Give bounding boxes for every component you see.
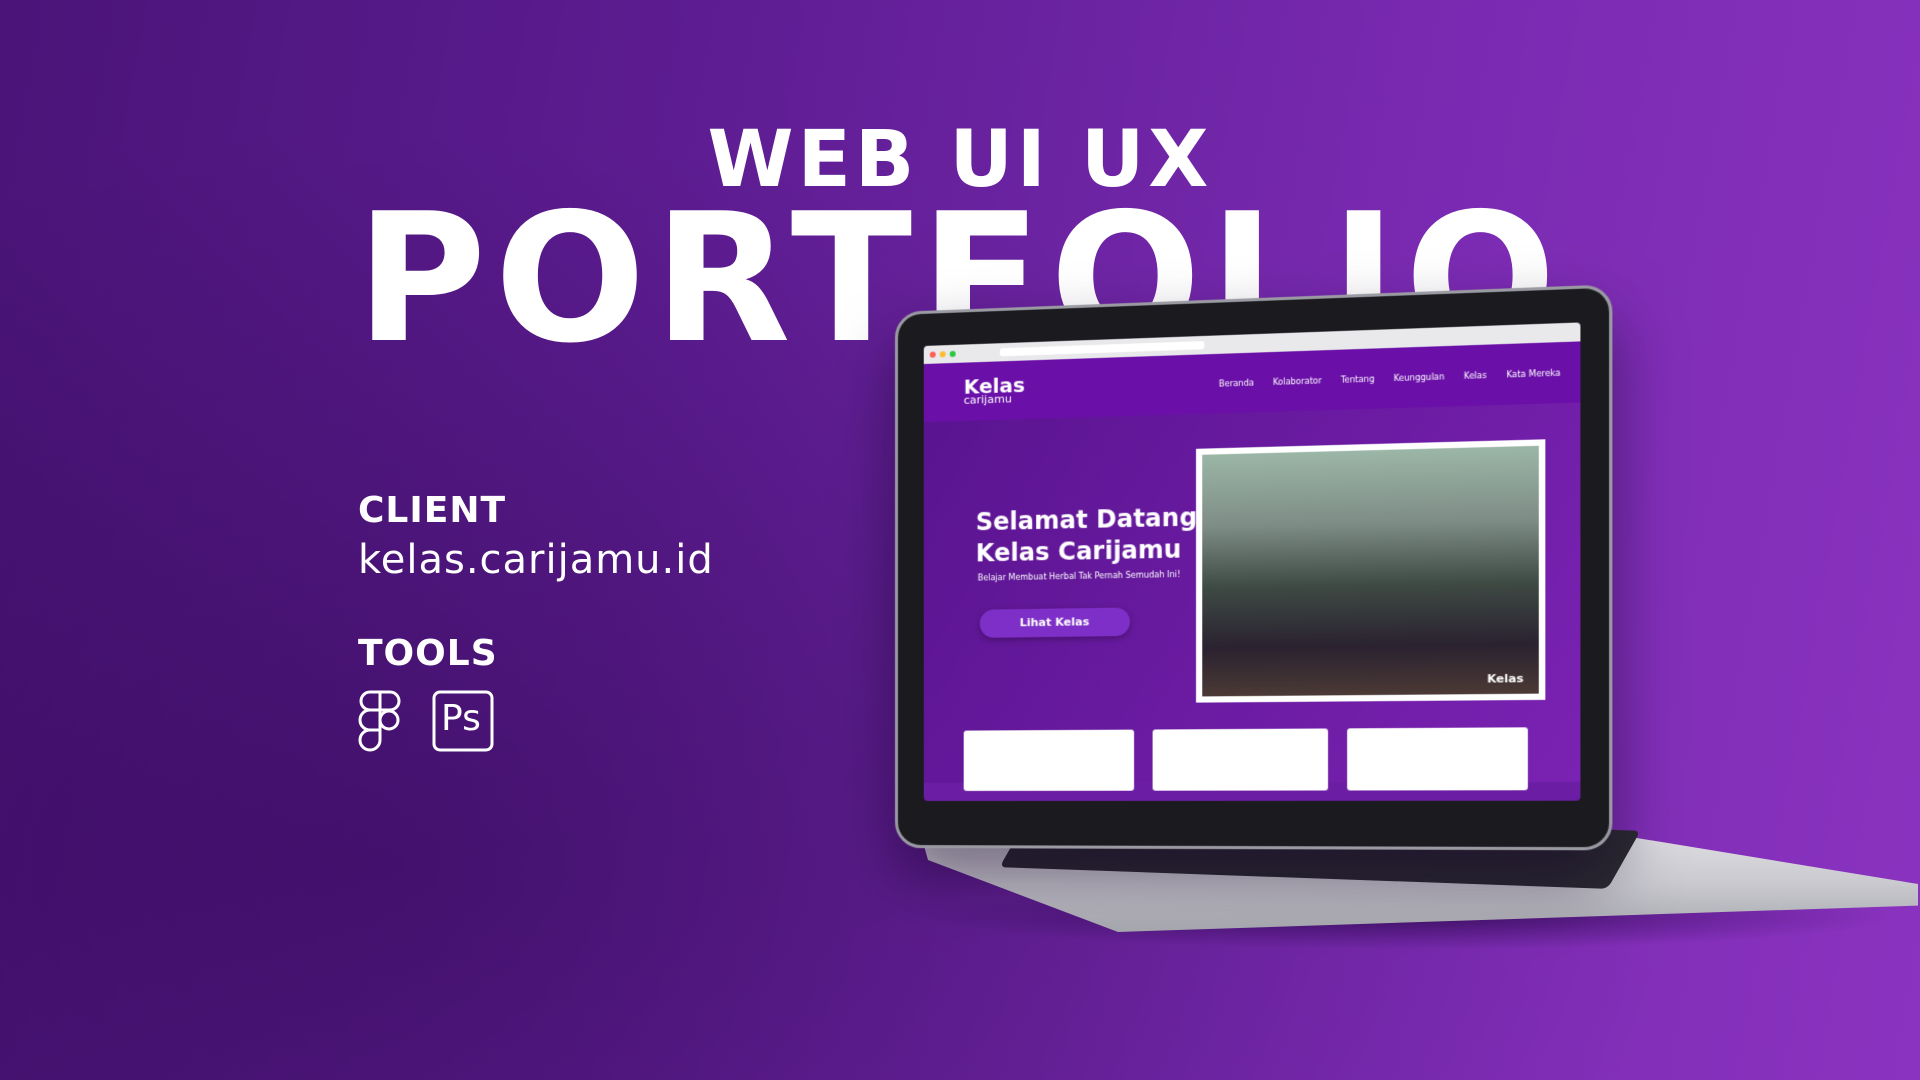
nav-item-beranda[interactable]: Beranda xyxy=(1219,378,1254,388)
lihat-kelas-button[interactable]: Lihat Kelas xyxy=(979,607,1130,638)
nav-item-kelas[interactable]: Kelas xyxy=(1464,370,1487,380)
laptop-screen: Kelas carijamu Beranda Kolaborator Tenta… xyxy=(923,322,1581,801)
minimize-dot-icon[interactable] xyxy=(939,351,946,358)
laptop-lid: Kelas carijamu Beranda Kolaborator Tenta… xyxy=(895,284,1613,851)
hero-photo: Kelas xyxy=(1196,439,1546,703)
photoshop-icon-label: Ps xyxy=(441,698,481,739)
welcome-heading: Selamat Datang Kelas Carijamu xyxy=(976,502,1197,570)
welcome-line-1: Selamat Datang xyxy=(975,503,1198,537)
photo-watermark: Kelas xyxy=(1487,671,1524,686)
nav-item-kata-mereka[interactable]: Kata Mereka xyxy=(1506,368,1560,379)
client-label: CLIENT xyxy=(358,490,507,531)
nav-item-kolaborator[interactable]: Kolaborator xyxy=(1273,376,1322,387)
figma-icon xyxy=(358,690,402,756)
welcome-subtitle: Belajar Membuat Herbal Tak Pernah Semuda… xyxy=(977,569,1181,583)
site-hero: Selamat Datang Kelas Carijamu Belajar Me… xyxy=(923,402,1581,791)
site-logo[interactable]: Kelas carijamu xyxy=(964,373,1025,407)
feature-card[interactable] xyxy=(1347,727,1528,791)
feature-cards xyxy=(963,727,1528,791)
nav-item-keunggulan[interactable]: Keunggulan xyxy=(1394,372,1445,383)
nav-item-tentang[interactable]: Tentang xyxy=(1341,374,1375,384)
tools-label: TOOLS xyxy=(358,633,498,674)
group-photo-image: Kelas xyxy=(1202,445,1539,697)
photoshop-icon: Ps xyxy=(432,690,494,756)
close-dot-icon[interactable] xyxy=(929,351,936,358)
tools-block: TOOLS xyxy=(358,633,498,674)
address-bar[interactable] xyxy=(999,341,1205,357)
client-block: CLIENT kelas.carijamu.id xyxy=(358,490,714,583)
feature-card[interactable] xyxy=(1152,728,1329,791)
feature-card[interactable] xyxy=(963,729,1135,791)
maximize-dot-icon[interactable] xyxy=(949,350,956,358)
client-value: kelas.carijamu.id xyxy=(358,537,714,583)
welcome-line-2: Kelas Carijamu xyxy=(975,535,1182,568)
site-nav-links: Beranda Kolaborator Tentang Keunggulan K… xyxy=(1219,368,1561,388)
